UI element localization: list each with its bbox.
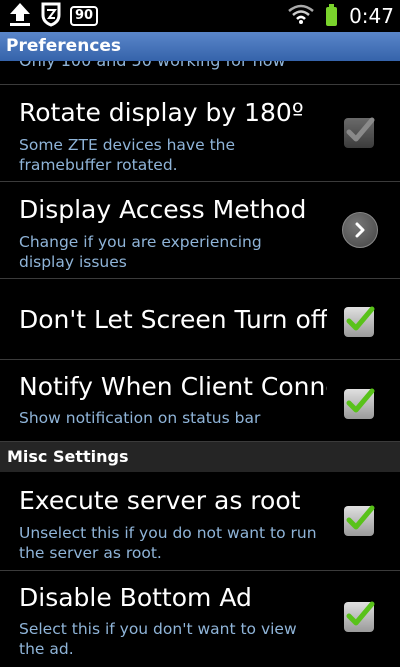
rotate-display-checkbox[interactable] bbox=[344, 117, 375, 148]
pref-summary: Some ZTE devices have the framebuffer ro… bbox=[19, 136, 236, 174]
pref-title: Don't Let Screen Turn off bbox=[19, 305, 327, 334]
display-access-arrow-button[interactable] bbox=[342, 212, 378, 248]
pref-disable-bottom-ad[interactable]: Disable Bottom Ad Select this if you don… bbox=[0, 571, 400, 667]
check-icon bbox=[346, 505, 375, 530]
notification-count-badge: 90 bbox=[70, 6, 99, 26]
pref-summary: Unselect this if you do not want to run … bbox=[19, 524, 317, 562]
system-icons: 0:47 bbox=[288, 0, 394, 32]
phone-screen: 90 0:47 Preferences Only 100 and 50 work… bbox=[0, 0, 400, 667]
pref-title: Notify When Client Connects bbox=[19, 372, 327, 401]
chevron-right-icon bbox=[355, 222, 365, 238]
disable-ad-checkbox[interactable] bbox=[344, 601, 375, 632]
pref-notify-client-connects[interactable]: Notify When Client Connects Show notific… bbox=[0, 360, 400, 442]
partial-preference-row[interactable] bbox=[0, 61, 400, 85]
screen-on-checkbox[interactable] bbox=[344, 306, 375, 337]
check-icon bbox=[346, 306, 375, 331]
shield-notification-icon bbox=[40, 1, 62, 31]
pref-title: Execute server as root bbox=[19, 486, 301, 515]
pref-display-access-method[interactable]: Display Access Method Change if you are … bbox=[0, 182, 400, 279]
pref-title: Disable Bottom Ad bbox=[19, 583, 252, 612]
pref-summary: Select this if you don't want to view th… bbox=[19, 620, 297, 658]
category-header-misc: Misc Settings bbox=[0, 442, 400, 472]
status-bar: 90 0:47 bbox=[0, 0, 400, 32]
battery-icon bbox=[326, 3, 338, 26]
pref-title: Rotate display by 180º bbox=[19, 98, 304, 127]
pref-summary: Change if you are experiencing display i… bbox=[19, 233, 262, 271]
pref-summary: Show notification on status bar bbox=[19, 409, 261, 427]
pref-screen-on[interactable]: Don't Let Screen Turn off bbox=[0, 279, 400, 360]
pref-execute-as-root[interactable]: Execute server as root Unselect this if … bbox=[0, 472, 400, 571]
check-icon bbox=[346, 388, 375, 413]
check-icon bbox=[346, 601, 375, 626]
preferences-list[interactable]: Only 100 and 50 working for now Rotate d… bbox=[0, 61, 400, 667]
notify-client-checkbox[interactable] bbox=[344, 388, 375, 419]
page-title: Preferences bbox=[0, 32, 400, 61]
upload-arrow-icon bbox=[8, 1, 32, 31]
notification-icons: 90 bbox=[8, 1, 99, 31]
pref-rotate-display[interactable]: Rotate display by 180º Some ZTE devices … bbox=[0, 85, 400, 182]
wifi-icon bbox=[288, 4, 314, 28]
pref-title: Display Access Method bbox=[19, 195, 307, 224]
execute-as-root-checkbox[interactable] bbox=[344, 505, 375, 536]
clock: 0:47 bbox=[349, 4, 394, 28]
check-icon bbox=[346, 117, 375, 142]
